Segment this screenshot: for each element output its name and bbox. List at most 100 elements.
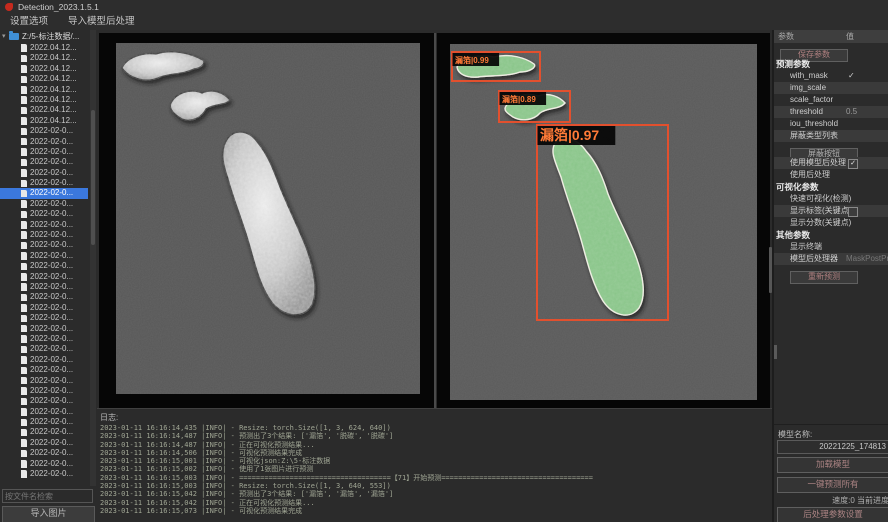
file-item[interactable]: 2022.04.12... bbox=[0, 105, 88, 115]
file-item[interactable]: 2022-02-0... bbox=[0, 438, 88, 448]
file-item[interactable]: 2022-02-0... bbox=[0, 407, 88, 417]
image-panel-right[interactable]: 漏箔|0.99漏箔|0.89漏箔|0.97 bbox=[437, 33, 770, 408]
file-item[interactable]: 2022.04.12... bbox=[0, 64, 88, 74]
file-item-label: 2022-02-0... bbox=[30, 157, 73, 167]
param-label: iou_threshold bbox=[774, 118, 838, 130]
file-item[interactable]: 2022-02-0... bbox=[0, 386, 88, 396]
file-item[interactable]: 2022-02-0... bbox=[0, 147, 88, 157]
file-item[interactable]: 2022-02-0... bbox=[0, 313, 88, 323]
param-row[interactable]: 使用后处理 bbox=[774, 169, 888, 181]
file-icon bbox=[21, 107, 27, 115]
file-item[interactable]: 2022-02-0... bbox=[0, 459, 88, 469]
file-item[interactable]: 2022-02-0... bbox=[0, 251, 88, 261]
file-icon bbox=[21, 96, 27, 104]
file-icon bbox=[21, 419, 27, 427]
file-item[interactable]: 2022.04.12... bbox=[0, 95, 88, 105]
progress-status: 速度:0 当前进度 bbox=[832, 495, 888, 506]
file-item[interactable]: 2022.04.12... bbox=[0, 53, 88, 63]
file-item-label: 2022-02-0... bbox=[30, 230, 73, 240]
file-item[interactable]: 2022-02-0... bbox=[0, 344, 88, 354]
file-item[interactable]: 2022-02-0... bbox=[0, 365, 88, 375]
menu-item-0[interactable]: 设置选项 bbox=[0, 14, 58, 30]
param-row[interactable]: 显示终端 bbox=[774, 241, 888, 253]
file-item[interactable]: 2022-02-0... bbox=[0, 334, 88, 344]
file-item[interactable]: 2022-02-0... bbox=[0, 292, 88, 302]
param-row[interactable]: scale_factor bbox=[774, 94, 888, 106]
file-item[interactable]: 2022-02-0... bbox=[0, 469, 88, 479]
file-icon bbox=[21, 231, 27, 239]
file-item[interactable]: 2022-02-0... bbox=[0, 396, 88, 406]
search-input[interactable] bbox=[2, 489, 93, 503]
predict-all-button[interactable]: 一键预测所有 bbox=[777, 477, 888, 493]
file-item[interactable]: 2022.04.12... bbox=[0, 85, 88, 95]
file-item[interactable]: 2022-02-0... bbox=[0, 126, 88, 136]
file-item-label: 2022-02-0... bbox=[30, 438, 73, 448]
file-item[interactable]: 2022-02-0... bbox=[0, 220, 88, 230]
tree-root[interactable]: ▾ Z:/5-标注数据/... bbox=[0, 30, 95, 43]
file-item[interactable]: 2022-02-0... bbox=[0, 417, 88, 427]
file-item[interactable]: 2022-02-0... bbox=[0, 448, 88, 458]
menu-bar: 设置选项导入模型后处理 bbox=[0, 14, 888, 31]
file-item[interactable]: 2022-02-0... bbox=[0, 272, 88, 282]
params-col-name: 参数 bbox=[774, 32, 794, 41]
file-item[interactable]: 2022-02-0... bbox=[0, 137, 88, 147]
param-row[interactable]: 显示标签(关键点) bbox=[774, 205, 888, 217]
param-row[interactable]: 显示分数(关键点) bbox=[774, 217, 888, 229]
file-item[interactable]: 2022.04.12... bbox=[0, 43, 88, 53]
param-row[interactable]: 快速可视化(检测) bbox=[774, 193, 888, 205]
file-icon bbox=[21, 367, 27, 375]
file-item-label: 2022-02-0... bbox=[30, 448, 73, 458]
file-item[interactable]: 2022-02-0... bbox=[0, 188, 88, 198]
app-icon bbox=[5, 3, 13, 11]
param-row[interactable]: threshold0.5 bbox=[774, 106, 888, 118]
log-area[interactable]: 日志: 2023-01-11 16:16:14,435 |INFO| - Res… bbox=[97, 408, 772, 522]
file-item-label: 2022-02-0... bbox=[30, 376, 73, 386]
file-item[interactable]: 2022-02-0... bbox=[0, 240, 88, 250]
import-image-button[interactable]: 导入图片 bbox=[2, 506, 95, 522]
param-row[interactable]: img_scale bbox=[774, 82, 888, 94]
chevron-down-icon[interactable]: ▾ bbox=[2, 30, 9, 43]
file-item[interactable]: 2022-02-0... bbox=[0, 355, 88, 365]
load-model-button[interactable]: 加载模型 bbox=[777, 457, 888, 473]
file-item-label: 2022.04.12... bbox=[30, 116, 77, 126]
param-row[interactable]: 屏蔽类型列表 bbox=[774, 130, 888, 142]
param-button[interactable]: 重新预测 bbox=[790, 271, 858, 284]
param-row[interactable]: 模型后处理器MaskPostPro bbox=[774, 253, 888, 265]
checkbox[interactable] bbox=[848, 207, 858, 217]
file-item[interactable]: 2022-02-0... bbox=[0, 376, 88, 386]
file-item[interactable]: 2022-02-0... bbox=[0, 230, 88, 240]
file-item[interactable]: 2022-02-0... bbox=[0, 168, 88, 178]
postprocess-settings-button[interactable]: 后处理参数设置 bbox=[777, 507, 888, 522]
file-item-label: 2022-02-0... bbox=[30, 251, 73, 261]
param-label: 快速可视化(检测) bbox=[774, 193, 851, 205]
param-button-row: 重新预测 bbox=[774, 265, 888, 280]
file-tree: ▾ Z:/5-标注数据/... 2022.04.12...2022.04.12.… bbox=[0, 30, 95, 486]
file-item[interactable]: 2022-02-0... bbox=[0, 427, 88, 437]
file-item-label: 2022-02-0... bbox=[30, 386, 73, 396]
file-list-scrollbar[interactable] bbox=[90, 30, 96, 486]
params-scrollbar-thumb[interactable] bbox=[774, 345, 777, 359]
file-item[interactable]: 2022-02-0... bbox=[0, 178, 88, 188]
model-name-field[interactable]: 20221225_174813 bbox=[777, 440, 888, 454]
file-item[interactable]: 2022-02-0... bbox=[0, 303, 88, 313]
image-panel-left[interactable] bbox=[99, 33, 434, 408]
file-item-label: 2022-02-0... bbox=[30, 355, 73, 365]
file-icon bbox=[21, 211, 27, 219]
log-line: 2023-01-11 16:16:15,002 |INFO| - 使用了1张图片… bbox=[100, 465, 769, 473]
param-row[interactable]: iou_threshold bbox=[774, 118, 888, 130]
checkbox[interactable]: ✓ bbox=[848, 159, 858, 169]
file-item[interactable]: 2022.04.12... bbox=[0, 116, 88, 126]
param-row[interactable]: 使用模型后处理✓ bbox=[774, 157, 888, 169]
file-item-label: 2022.04.12... bbox=[30, 95, 77, 105]
file-item[interactable]: 2022-02-0... bbox=[0, 282, 88, 292]
file-item[interactable]: 2022-02-0... bbox=[0, 199, 88, 209]
param-row[interactable]: with_mask✓ bbox=[774, 70, 888, 82]
file-icon bbox=[21, 128, 27, 136]
file-item[interactable]: 2022-02-0... bbox=[0, 261, 88, 271]
file-item[interactable]: 2022-02-0... bbox=[0, 157, 88, 167]
menu-item-1[interactable]: 导入模型后处理 bbox=[58, 14, 145, 30]
file-item[interactable]: 2022.04.12... bbox=[0, 74, 88, 84]
file-item[interactable]: 2022-02-0... bbox=[0, 209, 88, 219]
scrollbar-thumb[interactable] bbox=[91, 110, 95, 245]
file-item[interactable]: 2022-02-0... bbox=[0, 324, 88, 334]
